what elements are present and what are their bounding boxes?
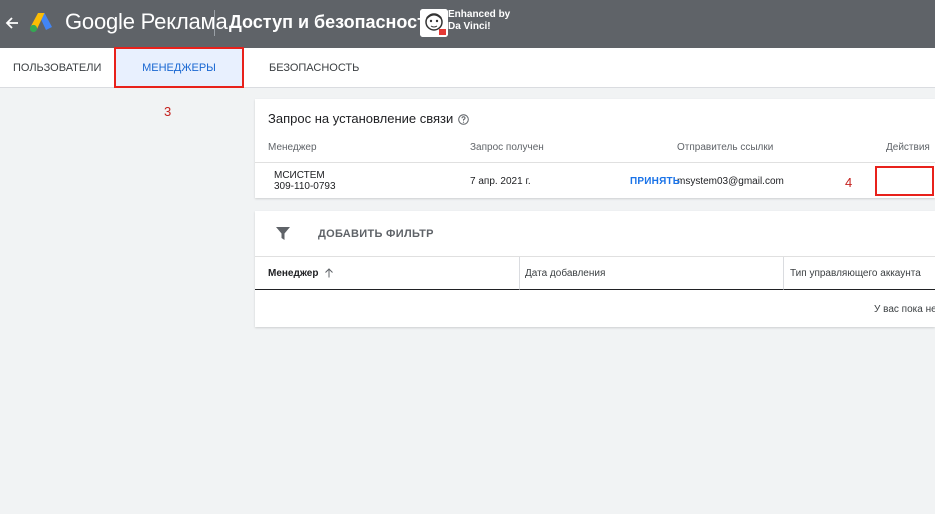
tab-security[interactable]: БЕЗОПАСНОСТЬ [269, 48, 359, 88]
sort-arrow-up-icon [324, 268, 334, 278]
google-ads-logo-icon[interactable] [29, 11, 53, 33]
filter-bar: ДОБАВИТЬ ФИЛЬТР [255, 211, 935, 257]
page-title: Доступ и безопасность [229, 12, 438, 32]
row-divider [255, 162, 935, 163]
extension-label: Enhanced by Da Vinci! [448, 9, 510, 33]
link-request-title-text: Запрос на установление связи [268, 111, 454, 126]
column-header-received: Запрос получен [470, 142, 544, 153]
column-header-account-type[interactable]: Тип управляющего аккаунта [784, 257, 935, 290]
request-manager-id: 309-110-0793 [274, 181, 336, 192]
annotation-number-4: 4 [845, 175, 853, 190]
top-bar: Google Реклама Доступ и безопасность Enh… [0, 0, 935, 48]
header-divider [214, 10, 215, 36]
annotation-number-3: 3 [164, 104, 172, 119]
column-header-sender: Отправитель ссылки [677, 142, 774, 153]
managers-table-card: ДОБАВИТЬ ФИЛЬТР Менеджер Дата добавления… [255, 211, 935, 327]
request-sender-email: msystem03@gmail.com [677, 176, 784, 187]
link-request-card: Запрос на установление связи Менеджер За… [255, 99, 935, 198]
empty-state-text: У вас пока не [874, 304, 935, 315]
request-manager-name: МСИСТЕМ [274, 170, 325, 181]
link-request-title: Запрос на установление связи [268, 111, 470, 126]
filter-icon[interactable] [276, 227, 290, 240]
extension-label-line1: Enhanced by [448, 9, 511, 20]
accept-button[interactable]: ПРИНЯТЬ [630, 176, 680, 187]
tab-bar: ПОЛЬЗОВАТЕЛИ МЕНЕДЖЕРЫ БЕЗОПАСНОСТЬ [0, 48, 935, 88]
extension-label-line2: Da Vinci! [448, 21, 491, 32]
brand-name[interactable]: Google Реклама [65, 9, 228, 35]
extension-avatar-icon[interactable] [420, 9, 448, 37]
column-header-manager-sortable[interactable]: Менеджер [255, 257, 520, 290]
tab-managers[interactable]: МЕНЕДЖЕРЫ [116, 48, 242, 88]
request-received-date: 7 апр. 2021 г. [470, 176, 531, 187]
column-header-actions: Действия [886, 142, 930, 153]
column-header-manager-label: Менеджер [268, 267, 319, 279]
add-filter-button[interactable]: ДОБАВИТЬ ФИЛЬТР [318, 228, 434, 240]
column-header-manager: Менеджер [268, 142, 317, 153]
column-header-date-added[interactable]: Дата добавления [520, 257, 784, 290]
back-arrow-icon[interactable] [2, 11, 22, 35]
tab-users[interactable]: ПОЛЬЗОВАТЕЛИ [13, 48, 101, 88]
help-icon[interactable] [458, 113, 470, 125]
